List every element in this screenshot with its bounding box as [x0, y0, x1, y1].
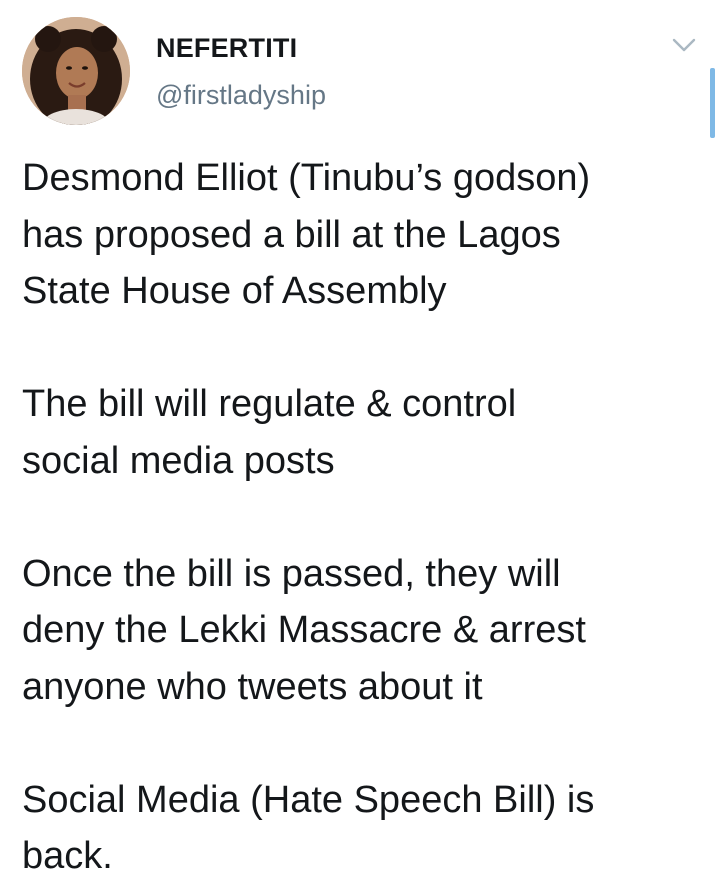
tweet-paragraph: Once the bill is passed, they will deny … — [22, 552, 586, 708]
scroll-indicator[interactable] — [710, 68, 715, 138]
tweet-text: Desmond Elliot (Tinubu’s godson) has pro… — [22, 150, 702, 885]
avatar-photo-icon — [22, 17, 130, 125]
user-avatar[interactable] — [22, 17, 130, 125]
tweet-paragraph: The bill will regulate & control social … — [22, 383, 517, 482]
tweet-card: NEFERTITI @firstladyship Desmond Elliot … — [0, 0, 716, 878]
chevron-down-icon[interactable] — [671, 36, 697, 54]
tweet-paragraph: Desmond Elliot (Tinubu’s godson) has pro… — [22, 157, 591, 312]
display-name[interactable]: NEFERTITI — [156, 33, 297, 64]
tweet-paragraph: Social Media (Hate Speech Bill) is back. — [22, 778, 595, 878]
user-handle[interactable]: @firstladyship — [156, 80, 326, 111]
